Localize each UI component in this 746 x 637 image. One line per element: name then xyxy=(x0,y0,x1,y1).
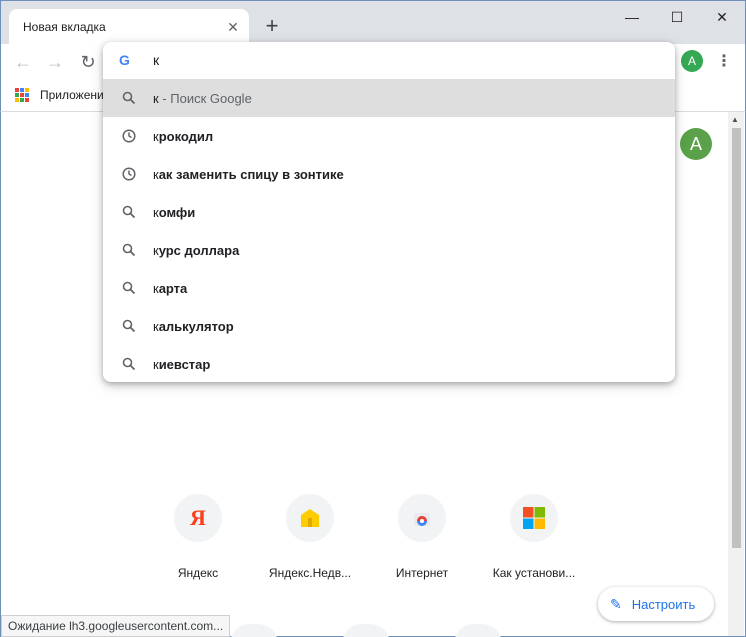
tab-new-tab[interactable]: Новая вкладка ✕ xyxy=(9,9,249,45)
omnibox[interactable]: G xyxy=(103,42,675,78)
omnibox-popup: G к - Поиск Google крокодил как заменить… xyxy=(103,42,675,382)
scroll-up-arrow-icon[interactable]: ▲ xyxy=(731,115,739,124)
tile-label: Как установи... xyxy=(492,566,576,580)
suggestion-search[interactable]: курс доллара xyxy=(103,231,675,269)
tile-label: Яндекс xyxy=(177,566,219,580)
suggestion-history[interactable]: крокодил xyxy=(103,117,675,155)
google-logo-icon: G xyxy=(119,52,130,68)
page-profile-avatar[interactable]: A xyxy=(680,128,712,160)
search-icon xyxy=(103,91,153,105)
reload-button[interactable]: ↻ xyxy=(76,50,100,74)
shortcut-tile-yandex[interactable]: Я Яндекс xyxy=(142,494,254,584)
suggestion-rest: алькулятор xyxy=(158,318,234,334)
tab-close-icon[interactable]: ✕ xyxy=(225,19,241,35)
shortcut-placeholder xyxy=(454,624,502,637)
shortcut-placeholder xyxy=(342,624,390,637)
address-bar-input[interactable] xyxy=(153,50,653,70)
suggestion-rest: омфи xyxy=(158,204,196,220)
suggestion-rest: иевстар xyxy=(158,356,211,372)
customize-label: Настроить xyxy=(631,596,696,612)
windows-logo-icon xyxy=(510,494,558,542)
history-icon xyxy=(103,167,153,181)
maximize-button[interactable]: ☐ xyxy=(654,5,700,29)
apps-bookmark[interactable]: Приложения xyxy=(40,88,110,102)
suggestion-rest: - Поиск Google xyxy=(158,90,252,106)
search-icon xyxy=(103,357,153,371)
close-window-button[interactable]: ✕ xyxy=(699,5,745,29)
tab-title: Новая вкладка xyxy=(23,20,106,34)
shortcut-tile-windows[interactable]: Как установи... xyxy=(478,494,590,584)
back-button[interactable]: ← xyxy=(11,50,35,74)
search-icon xyxy=(103,281,153,295)
shortcut-placeholder xyxy=(230,624,278,637)
scrollbar[interactable]: ▲ xyxy=(728,112,744,636)
search-icon xyxy=(103,205,153,219)
minimize-button[interactable]: — xyxy=(609,5,655,29)
forward-button[interactable]: → xyxy=(43,50,67,74)
suggestion-history[interactable]: как заменить спицу в зонтике xyxy=(103,155,675,193)
suggestion-rest: рокодил xyxy=(158,128,214,144)
chrome-menu-icon[interactable]: ⋮ xyxy=(713,50,735,74)
suggestion-rest: арта xyxy=(158,280,188,296)
suggestion-rest: урс доллара xyxy=(158,242,240,258)
apps-grid-icon[interactable] xyxy=(15,88,29,102)
search-icon xyxy=(103,243,153,257)
status-bubble: Ожидание lh3.googleusercontent.com... xyxy=(1,615,231,637)
suggestion-search[interactable]: комфи xyxy=(103,193,675,231)
history-icon xyxy=(103,129,153,143)
suggestion-search[interactable]: калькулятор xyxy=(103,307,675,345)
shortcut-tile-yandex-realty[interactable]: Яндекс.Недв... xyxy=(254,494,366,584)
customize-button[interactable]: ✎ Настроить xyxy=(598,587,714,621)
shortcut-tile-internet[interactable]: Интернет xyxy=(366,494,478,584)
suggestion-search[interactable]: киевстар xyxy=(103,345,675,382)
profile-avatar-button[interactable]: A xyxy=(681,50,703,72)
new-tab-button[interactable]: + xyxy=(261,15,283,37)
suggestion-search-google[interactable]: к - Поиск Google xyxy=(103,79,675,117)
title-bar: Новая вкладка ✕ + — ☐ ✕ xyxy=(0,0,746,45)
suggestion-rest: ак заменить спицу в зонтике xyxy=(158,166,344,182)
yandex-realty-icon xyxy=(286,494,334,542)
search-icon xyxy=(103,319,153,333)
scrollbar-thumb[interactable] xyxy=(732,128,741,548)
yandex-icon: Я xyxy=(174,494,222,542)
chrome-store-icon xyxy=(398,494,446,542)
tile-label: Интернет xyxy=(395,566,449,580)
pencil-icon: ✎ xyxy=(610,595,622,612)
tile-label: Яндекс.Недв... xyxy=(268,566,352,580)
suggestion-search[interactable]: карта xyxy=(103,269,675,307)
